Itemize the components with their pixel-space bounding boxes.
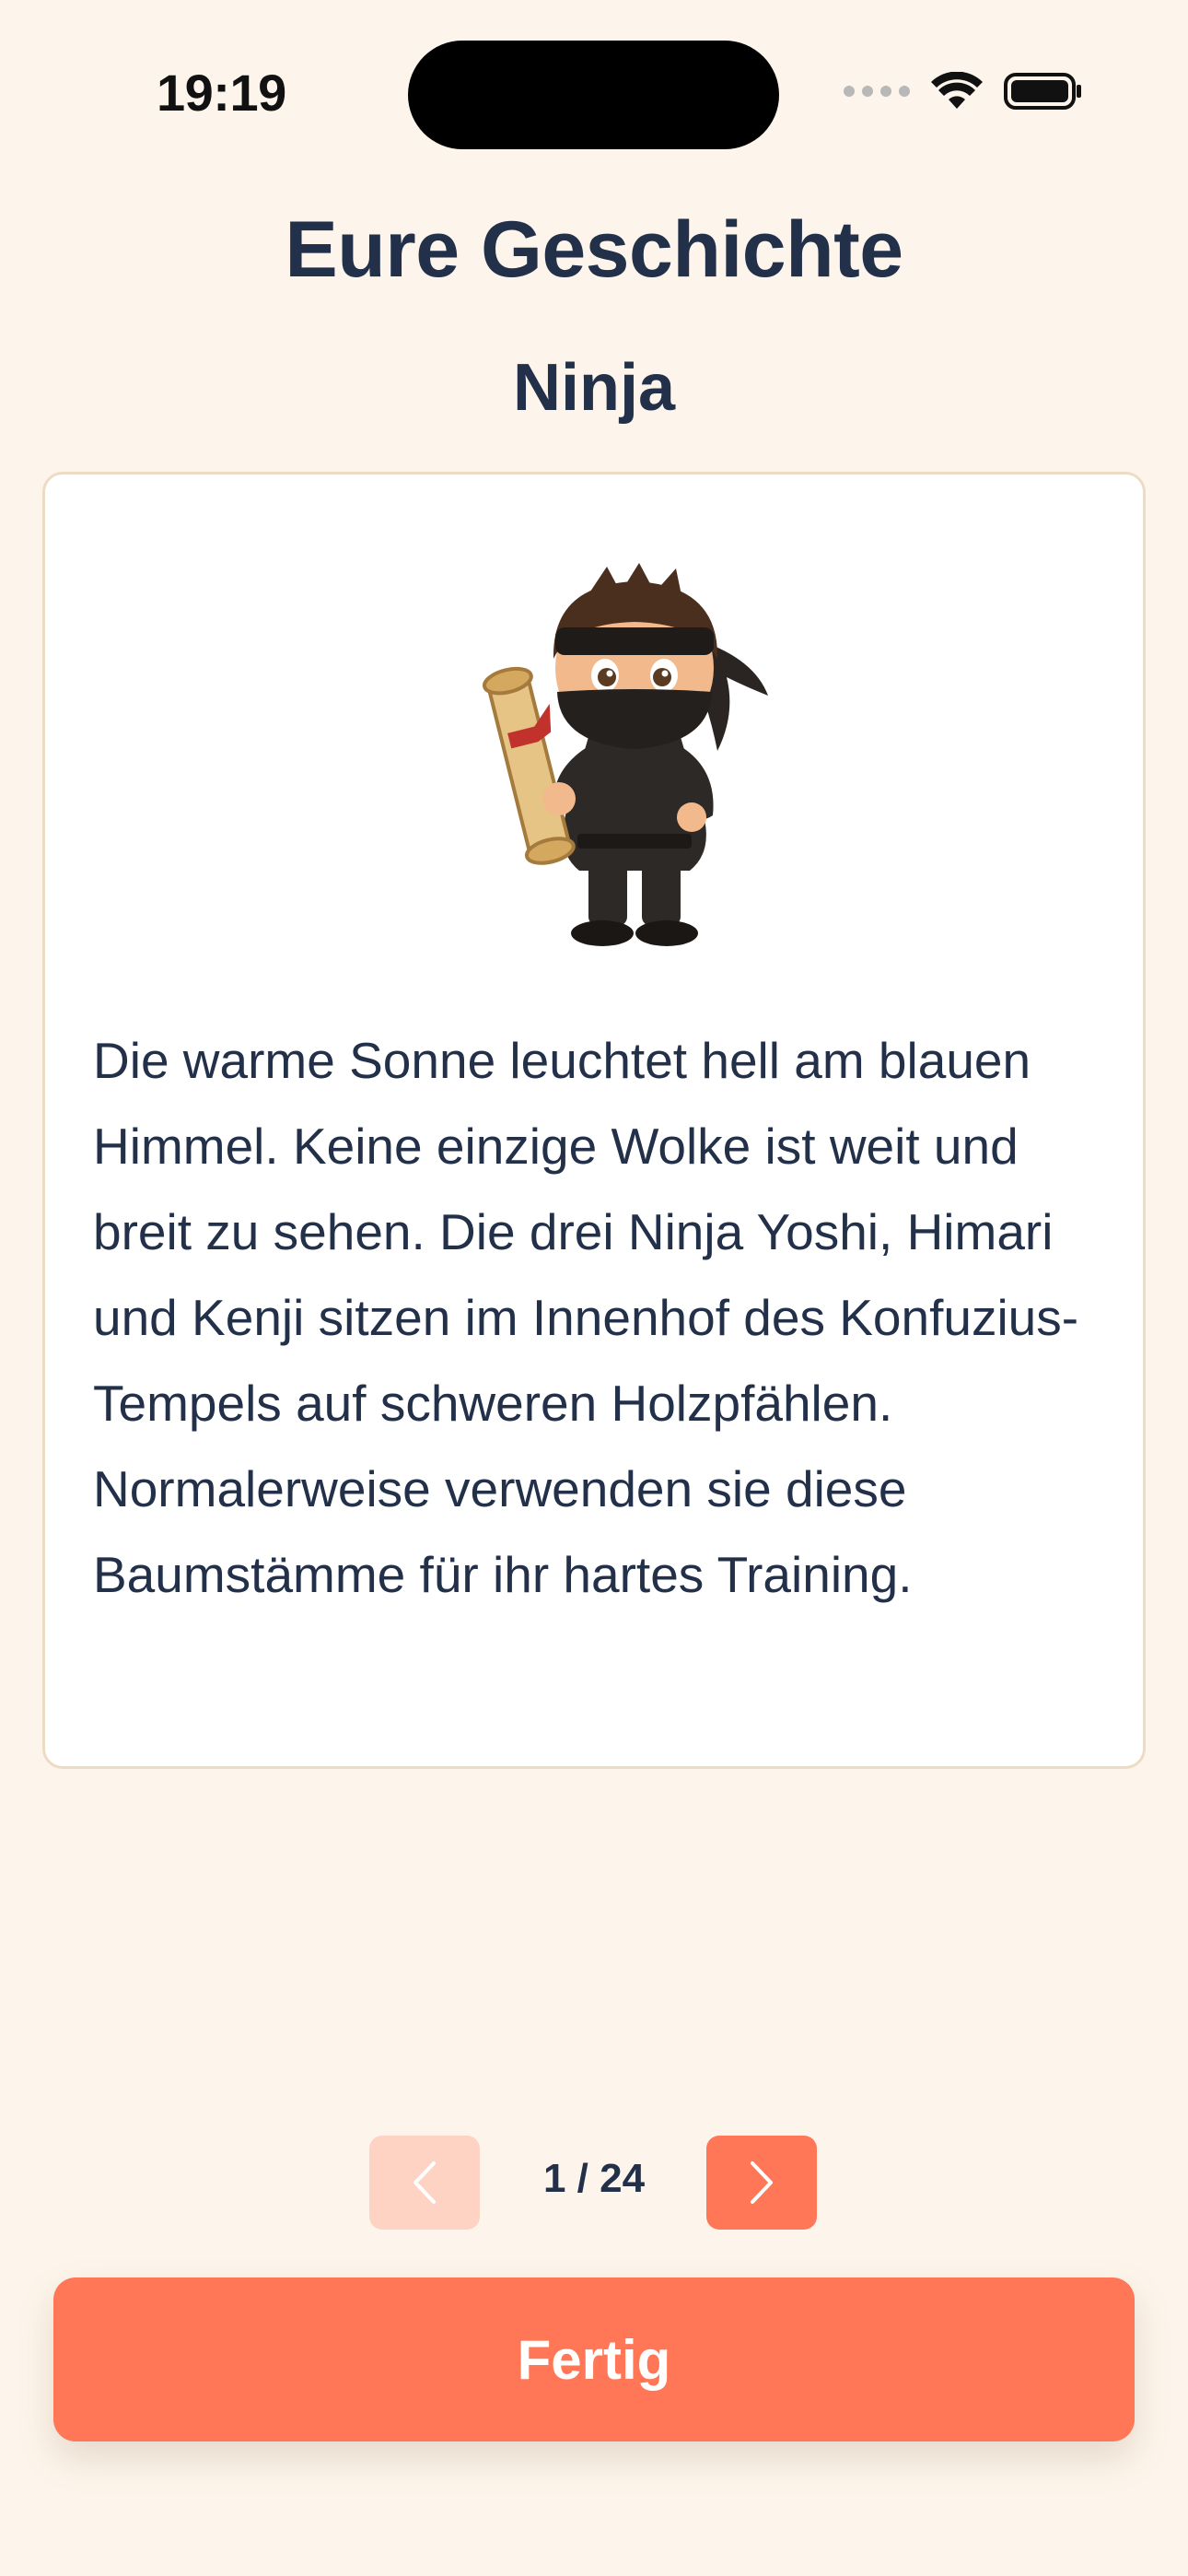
done-button[interactable]: Fertig: [53, 2277, 1135, 2441]
story-name: Ninja: [512, 351, 676, 425]
page-indicator: 1 / 24: [542, 2156, 646, 2201]
story-text: Die warme Sonne leuchtet hell am blauen …: [93, 1032, 1079, 1603]
ninja-illustration: [483, 563, 768, 946]
next-page-button[interactable]: [706, 2136, 817, 2230]
dynamic-island: [408, 41, 779, 149]
battery-icon: [1004, 73, 1081, 110]
chevron-left-icon: [413, 2161, 436, 2204]
status-time: 19:19: [157, 64, 286, 122]
status-icons: [844, 72, 1083, 111]
wifi-icon: [931, 72, 983, 109]
story-screen: 19:19 Eure Geschichte Ninja Die warme So…: [0, 0, 1188, 2576]
chevron-right-icon: [751, 2161, 773, 2204]
cellular-signal-icon: [844, 86, 910, 97]
previous-page-button[interactable]: [369, 2136, 480, 2230]
story-card: Die warme Sonne leuchtet hell am blauen …: [42, 472, 1146, 1769]
page-title: Eure Geschichte: [285, 205, 903, 294]
